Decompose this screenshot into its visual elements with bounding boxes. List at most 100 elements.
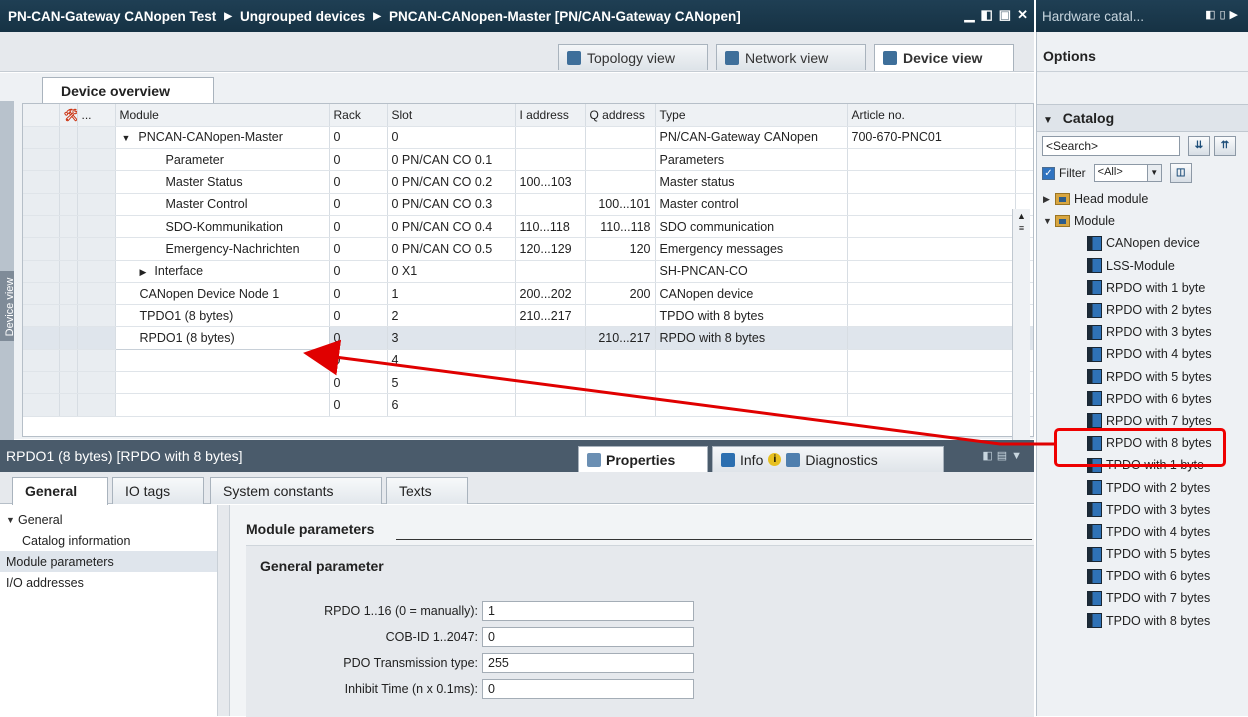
catalog-item[interactable]: LSS-Module	[1037, 255, 1248, 277]
rpdo-number-input[interactable]: 1	[482, 601, 694, 621]
table-row[interactable]: 04	[23, 349, 1033, 373]
cell-rack[interactable]: 0	[329, 126, 388, 150]
cell-slot[interactable]: 0 X1	[387, 260, 516, 283]
cell-article[interactable]: 700-670-PNC01	[847, 126, 1016, 150]
cell-i[interactable]	[515, 349, 586, 373]
scroll-up-icon[interactable]: ▲	[1013, 211, 1030, 221]
cell-module[interactable]: SDO-Kommunikation	[115, 215, 330, 239]
cell-rack[interactable]: 0	[329, 393, 388, 417]
cell-slot[interactable]: 2	[387, 304, 516, 328]
catalog-item[interactable]: TPDO with 8 bytes	[1037, 610, 1248, 632]
cell-type[interactable]: Emergency messages	[655, 237, 848, 261]
cell-slot[interactable]: 6	[387, 393, 516, 417]
cell-slot[interactable]: 0	[387, 126, 516, 150]
catalog-item[interactable]: RPDO with 1 byte	[1037, 277, 1248, 299]
cell-module[interactable]: ▼ PNCAN-CANopen-Master	[115, 126, 330, 150]
tab-device-overview[interactable]: Device overview	[42, 77, 214, 103]
cell-rack[interactable]: 0	[329, 237, 388, 261]
cell-i[interactable]	[515, 126, 586, 150]
catalog-item[interactable]: RPDO with 2 bytes	[1037, 299, 1248, 321]
cell-rack[interactable]: 0	[329, 371, 388, 395]
cell-rack[interactable]: 0	[329, 215, 388, 239]
cell-type[interactable]: CANopen device	[655, 282, 848, 306]
tab-properties[interactable]: Properties	[578, 446, 708, 472]
tree-item-head-module[interactable]: ▶ Head module	[1037, 188, 1248, 210]
header-slot[interactable]: Slot	[387, 104, 516, 127]
cell-slot[interactable]: 0 PN/CAN CO 0.4	[387, 215, 516, 239]
header-module[interactable]: Module	[115, 104, 330, 127]
cell-type[interactable]	[655, 393, 848, 417]
cell-q[interactable]	[585, 304, 656, 328]
catalog-item[interactable]: TPDO with 2 bytes	[1037, 476, 1248, 498]
chevron-down-icon[interactable]: ▼	[1043, 115, 1053, 126]
cell-q[interactable]: 110...118	[585, 215, 656, 239]
cell-article[interactable]	[847, 393, 1016, 417]
cell-module[interactable]: CANopen Device Node 1	[115, 282, 330, 306]
cell-slot[interactable]: 0 PN/CAN CO 0.5	[387, 237, 516, 261]
crumb-device[interactable]: PNCAN-CANopen-Master [PN/CAN-Gateway CAN…	[389, 9, 741, 24]
float-icon[interactable]: ◧	[981, 7, 993, 23]
cell-q[interactable]	[585, 170, 656, 194]
tab-label-diagnostics[interactable]: Diagnostics	[805, 452, 877, 468]
header-i-address[interactable]: I address	[515, 104, 586, 127]
nav-splitter[interactable]	[218, 505, 230, 716]
cell-i[interactable]: 200...202	[515, 282, 586, 306]
catalog-item[interactable]: RPDO with 6 bytes	[1037, 388, 1248, 410]
cell-q[interactable]	[585, 260, 656, 283]
device-view-side-tab[interactable]: Device view	[0, 101, 16, 441]
options-header[interactable]: Options	[1037, 32, 1248, 72]
tree-item-module[interactable]: ▼ Module	[1037, 210, 1248, 232]
inhibit-time-input[interactable]: 0	[482, 679, 694, 699]
cell-module[interactable]: RPDO1 (8 bytes)	[114, 326, 330, 350]
cell-rack[interactable]: 0	[329, 260, 388, 283]
cell-q[interactable]	[585, 393, 656, 417]
nav-catalog-information[interactable]: Catalog information	[0, 530, 217, 551]
cell-article[interactable]	[847, 148, 1016, 172]
crumb-project[interactable]: PN-CAN-Gateway CANopen Test	[8, 9, 216, 24]
cell-article[interactable]	[847, 170, 1016, 194]
chevron-down-icon[interactable]: ▼	[1146, 165, 1161, 181]
table-row[interactable]: SDO-Kommunikation 0 0 PN/CAN CO 0.4 110...1…	[23, 215, 1033, 239]
scroll-grip-icon[interactable]: ≡	[1013, 223, 1030, 233]
nav-module-parameters[interactable]: Module parameters	[0, 551, 217, 572]
cell-type[interactable]: RPDO with 8 bytes	[655, 326, 848, 350]
cell-slot[interactable]: 3	[387, 326, 516, 350]
table-row[interactable]: TPDO1 (8 bytes) 0 2 210...217 TPDO with 8 by…	[23, 304, 1033, 328]
catalog-header[interactable]: ▼ Catalog	[1037, 104, 1248, 132]
cell-q[interactable]: 210...217	[585, 326, 656, 350]
cell-q[interactable]	[585, 126, 656, 150]
table-row[interactable]: Master Status 0 0 PN/CAN CO 0.2 100...103 Ma…	[23, 170, 1033, 194]
chevron-right-icon[interactable]: ▶	[140, 267, 147, 277]
tab-network-view[interactable]: Network view	[716, 44, 866, 70]
cell-article[interactable]	[847, 371, 1016, 395]
filter-settings-icon[interactable]: ◫	[1169, 163, 1192, 183]
catalog-item[interactable]: TPDO with 4 bytes	[1037, 521, 1248, 543]
header-q-address[interactable]: Q address	[585, 104, 656, 127]
tab-general[interactable]: General	[12, 477, 108, 505]
cell-i[interactable]: 110...118	[515, 215, 586, 239]
close-icon[interactable]: ✕	[1017, 7, 1028, 23]
cell-i[interactable]: 100...103	[515, 170, 586, 194]
tab-texts[interactable]: Texts	[386, 477, 468, 504]
catalog-item[interactable]: RPDO with 5 bytes	[1037, 366, 1248, 388]
cell-rack[interactable]: 0	[329, 304, 388, 328]
catalog-item[interactable]: RPDO with 4 bytes	[1037, 343, 1248, 365]
catalog-item[interactable]: TPDO with 5 bytes	[1037, 543, 1248, 565]
cell-slot[interactable]: 5	[387, 371, 516, 395]
chevron-down-icon[interactable]: ▼	[122, 133, 131, 143]
table-row[interactable]: Emergency-Nachrichten 0 0 PN/CAN CO 0.5 120…	[23, 237, 1033, 261]
cell-module[interactable]: Emergency-Nachrichten	[115, 237, 330, 261]
catalog-item[interactable]: CANopen device	[1037, 232, 1248, 254]
header-rack[interactable]: Rack	[329, 104, 388, 127]
cell-module[interactable]: Parameter	[115, 148, 330, 172]
cell-type[interactable]: Parameters	[655, 148, 848, 172]
chevron-down-icon[interactable]: ▼	[6, 515, 18, 525]
cell-type[interactable]: Master status	[655, 170, 848, 194]
cell-slot[interactable]: 0 PN/CAN CO 0.2	[387, 170, 516, 194]
cell-q[interactable]: 120	[585, 237, 656, 261]
cell-module[interactable]	[115, 371, 330, 395]
cell-module[interactable]: TPDO1 (8 bytes)	[115, 304, 330, 328]
cell-rack[interactable]: 0	[329, 148, 388, 172]
table-row[interactable]: Master Control 0 0 PN/CAN CO 0.3 100...101 M…	[23, 193, 1033, 216]
catalog-search-input[interactable]: <Search>	[1042, 136, 1180, 156]
